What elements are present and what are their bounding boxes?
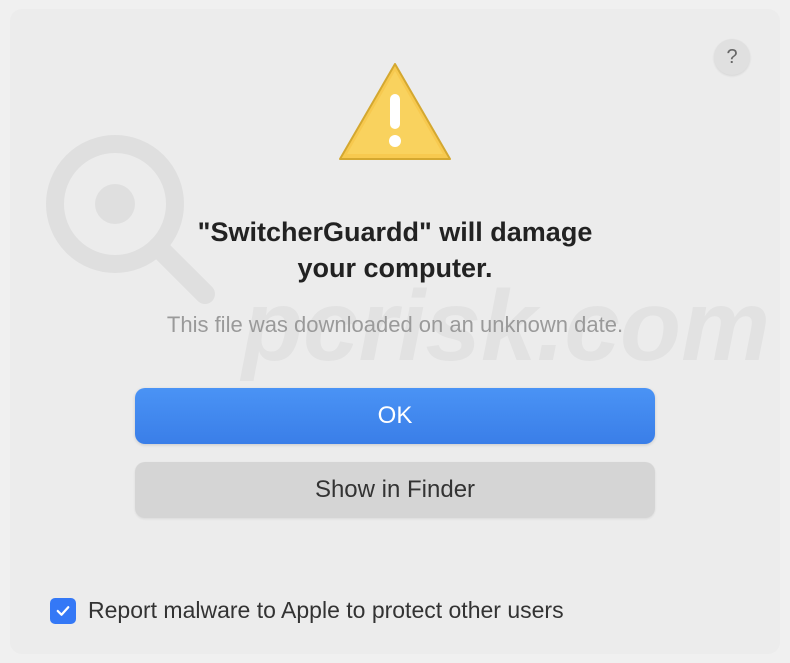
ok-button[interactable]: OK (135, 388, 655, 444)
show-in-finder-button[interactable]: Show in Finder (135, 462, 655, 518)
title-line-1: "SwitcherGuardd" will damage (198, 217, 593, 247)
report-checkbox[interactable] (50, 598, 76, 624)
checkmark-icon (54, 602, 72, 620)
gatekeeper-dialog: pcrisk.com ? "SwitcherGuardd" will damag… (10, 9, 780, 654)
dialog-subtitle: This file was downloaded on an unknown d… (167, 312, 623, 338)
warning-icon (335, 59, 455, 174)
report-checkbox-row: Report malware to Apple to protect other… (50, 597, 564, 624)
report-checkbox-label: Report malware to Apple to protect other… (88, 597, 564, 624)
dialog-title: "SwitcherGuardd" will damage your comput… (198, 214, 593, 287)
title-line-2: your computer. (297, 253, 492, 283)
